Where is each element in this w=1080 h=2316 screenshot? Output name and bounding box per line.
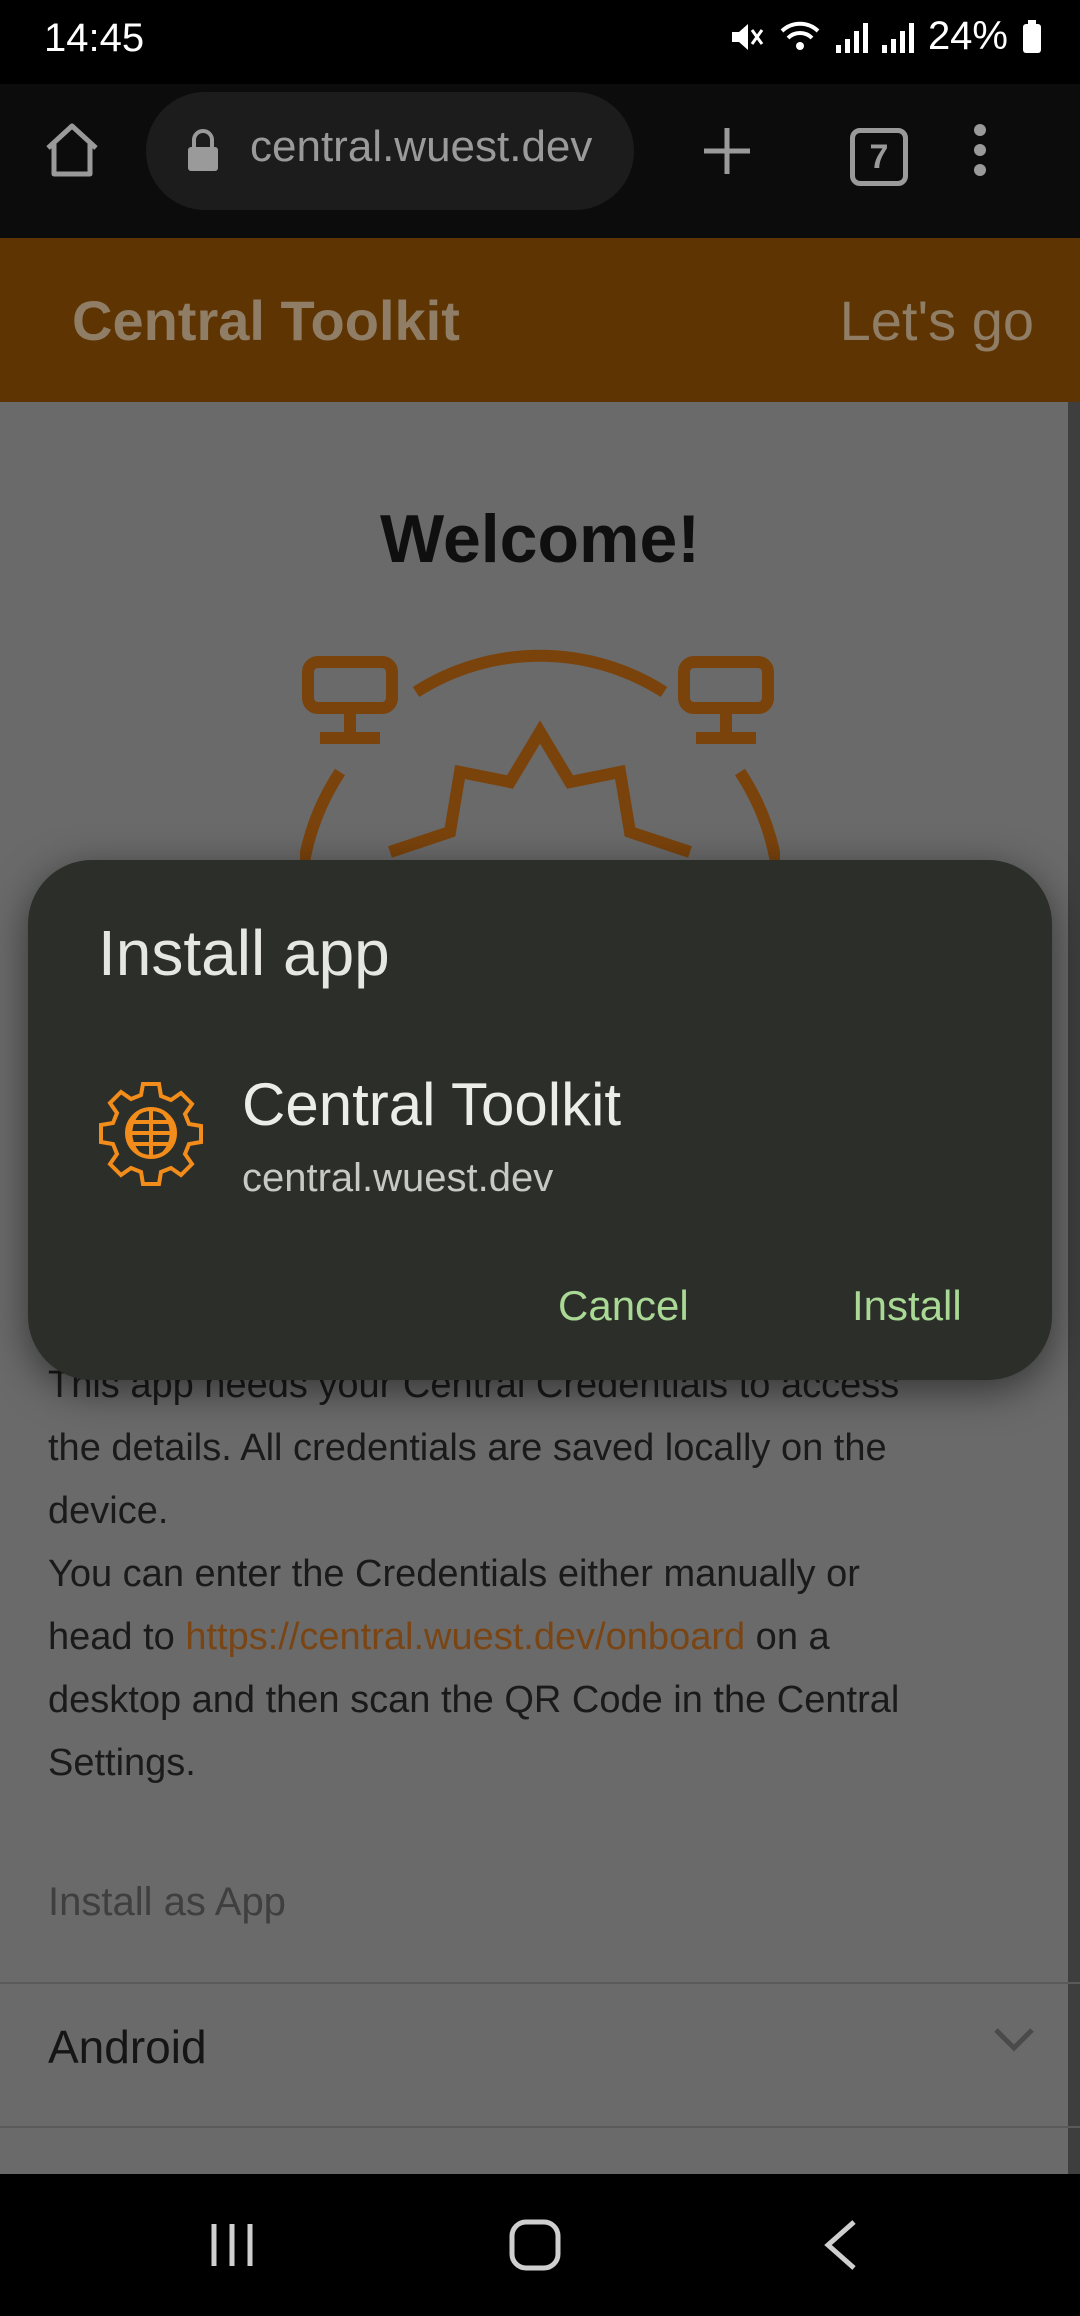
cancel-button[interactable]: Cancel — [544, 1272, 703, 1340]
new-tab-icon[interactable] — [700, 124, 754, 178]
battery-percent: 24% — [927, 14, 1008, 58]
app-url: central.wuest.dev — [242, 1156, 554, 1200]
battery-icon — [1023, 19, 1041, 53]
body-line: device. — [48, 1490, 169, 1532]
mute-icon — [731, 23, 764, 50]
body-line: head to https://central.wuest.dev/onboar… — [48, 1606, 1008, 1669]
status-time: 14:45 — [44, 16, 145, 60]
home-nav-icon[interactable] — [508, 2218, 562, 2272]
app-header: Central Toolkit Let's go — [0, 238, 1080, 402]
body-line: You can enter the Credentials either man… — [48, 1553, 860, 1595]
body-line: Settings. — [48, 1742, 196, 1784]
install-app-dialog: Install app Central Toolkit central.wues… — [28, 860, 1052, 1380]
chevron-down-icon — [994, 2028, 1034, 2052]
body-line: desktop and then scan the QR Code in the… — [48, 1679, 900, 1721]
address-bar[interactable]: central.wuest.dev — [146, 92, 634, 210]
install-as-app-heading: Install as App — [48, 1880, 286, 1924]
back-icon[interactable] — [820, 2218, 860, 2272]
gear-globe-icon — [99, 1082, 203, 1186]
tabs-button[interactable]: 7 — [850, 128, 908, 186]
status-bar: 14:45 24% — [0, 0, 1080, 84]
android-label: Android — [48, 2021, 207, 2073]
onboard-link[interactable]: https://central.wuest.dev/onboard — [185, 1616, 745, 1658]
dialog-title: Install app — [98, 917, 390, 989]
body-line: the details. All credentials are saved l… — [48, 1427, 887, 1469]
install-button[interactable]: Install — [838, 1272, 976, 1340]
lets-go-link[interactable]: Let's go — [840, 288, 1034, 353]
home-icon[interactable] — [42, 120, 102, 180]
recents-icon[interactable] — [208, 2220, 256, 2270]
body-text-fragment: on a — [745, 1616, 830, 1658]
signal-icon-1 — [835, 21, 868, 53]
body-text-fragment: head to — [48, 1616, 186, 1658]
wifi-icon — [780, 21, 820, 50]
header-title: Central Toolkit — [72, 289, 460, 352]
more-icon[interactable] — [970, 122, 990, 178]
page-scrollbar[interactable] — [1068, 402, 1080, 2174]
android-accordion[interactable]: Android — [0, 1984, 1080, 2126]
lock-icon — [188, 129, 218, 171]
welcome-heading: Welcome! — [380, 501, 700, 577]
divider — [0, 2126, 1080, 2128]
status-icons: 24% — [728, 14, 1042, 59]
signal-icon-2 — [881, 21, 914, 53]
url-text: central.wuest.dev — [250, 122, 593, 171]
body-text: This app needs your Central Credentials … — [48, 1354, 1008, 1795]
app-name: Central Toolkit — [242, 1071, 622, 1138]
navigation-bar — [0, 2174, 1080, 2316]
